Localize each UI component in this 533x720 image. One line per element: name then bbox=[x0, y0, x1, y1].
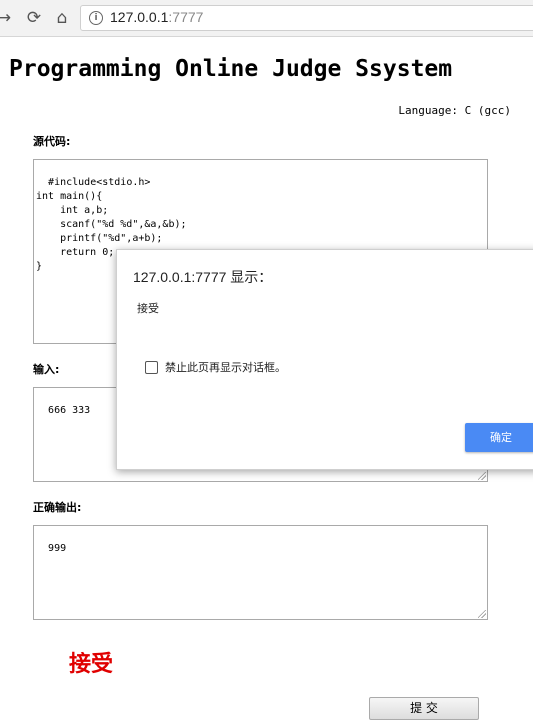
expected-output-label: 正确输出: bbox=[33, 501, 82, 514]
dialog-title: 127.0.0.1:7777 显示： bbox=[133, 269, 273, 285]
forward-icon[interactable]: → bbox=[0, 8, 14, 28]
resize-handle-icon[interactable] bbox=[478, 472, 486, 480]
input-label: 输入: bbox=[33, 363, 60, 376]
info-icon[interactable]: i bbox=[89, 11, 103, 25]
page-title: Programming Online Judge Ssystem bbox=[9, 56, 453, 82]
language-indicator: Language: C (gcc) bbox=[398, 104, 511, 117]
url-host: 127.0.0.1 bbox=[110, 9, 169, 25]
result-status: 接受 bbox=[69, 652, 114, 677]
expected-output-text: 999 bbox=[48, 543, 67, 554]
browser-toolbar: → ⟳ ⌂ i 127.0.0.1:7777 bbox=[0, 0, 533, 37]
address-bar[interactable]: i 127.0.0.1:7777 bbox=[80, 5, 533, 31]
home-icon[interactable]: ⌂ bbox=[52, 8, 72, 28]
input-text: 666 333 bbox=[48, 405, 91, 416]
url-text: 127.0.0.1:7777 bbox=[110, 9, 203, 25]
source-code-label: 源代码: bbox=[33, 135, 71, 148]
url-port: :7777 bbox=[168, 9, 204, 25]
expected-output-textarea[interactable]: 999 bbox=[33, 525, 488, 620]
suppress-dialogs-checkbox[interactable] bbox=[145, 361, 158, 374]
ok-button[interactable]: 确定 bbox=[465, 423, 533, 452]
resize-handle-icon[interactable] bbox=[478, 610, 486, 618]
dialog-message: 接受 bbox=[137, 302, 159, 315]
submit-button[interactable]: 提 交 bbox=[369, 697, 479, 720]
reload-icon[interactable]: ⟳ bbox=[24, 8, 44, 28]
suppress-dialogs-label[interactable]: 禁止此页再显示对话框。 bbox=[165, 359, 286, 375]
alert-dialog: 127.0.0.1:7777 显示： 接受 禁止此页再显示对话框。 确定 bbox=[116, 249, 533, 470]
